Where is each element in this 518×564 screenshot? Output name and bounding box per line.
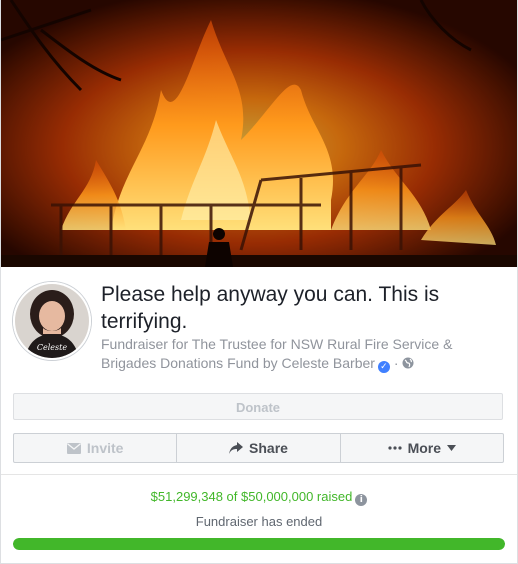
share-button[interactable]: Share (177, 433, 341, 463)
more-dots-icon (387, 446, 402, 450)
fundraiser-status: Fundraiser has ended (195, 514, 323, 529)
fundraiser-byline: Fundraiser for The Trustee for NSW Rural… (101, 336, 453, 371)
progress-bar (13, 538, 505, 550)
avatar[interactable]: Celeste (13, 282, 91, 360)
donate-button[interactable]: Donate (13, 393, 503, 420)
fundraiser-subtitle: Fundraiser for The Trustee for NSW Rural… (101, 335, 501, 373)
progress-bar-fill (13, 538, 505, 550)
action-bar: Invite Share More (13, 433, 504, 463)
invite-button[interactable]: Invite (13, 433, 178, 463)
fundraiser-header: Celeste Please help anyway you can. This… (1, 267, 517, 385)
info-icon[interactable]: i (355, 494, 368, 506)
share-label: Share (249, 440, 288, 456)
section-divider (1, 474, 517, 475)
fundraiser-card: Celeste Please help anyway you can. This… (0, 0, 518, 564)
caret-down-icon (447, 445, 457, 451)
envelope-icon (66, 442, 81, 454)
invite-label: Invite (86, 440, 124, 456)
verified-badge-icon: ✓ (377, 361, 390, 373)
cover-photo[interactable] (1, 0, 517, 267)
amount-raised: $51,299,348 of $50,000,000 raised i (1, 489, 517, 506)
avatar-caption: Celeste (37, 343, 67, 352)
more-label: More (407, 440, 442, 456)
fundraiser-title[interactable]: Please help anyway you can. This is terr… (101, 281, 501, 335)
separator-dot: · (393, 355, 399, 371)
share-arrow-icon (229, 442, 244, 454)
amount-raised-text: $51,299,348 of $50,000,000 raised (150, 489, 353, 504)
globe-icon (402, 357, 414, 369)
more-button[interactable]: More (340, 433, 504, 463)
